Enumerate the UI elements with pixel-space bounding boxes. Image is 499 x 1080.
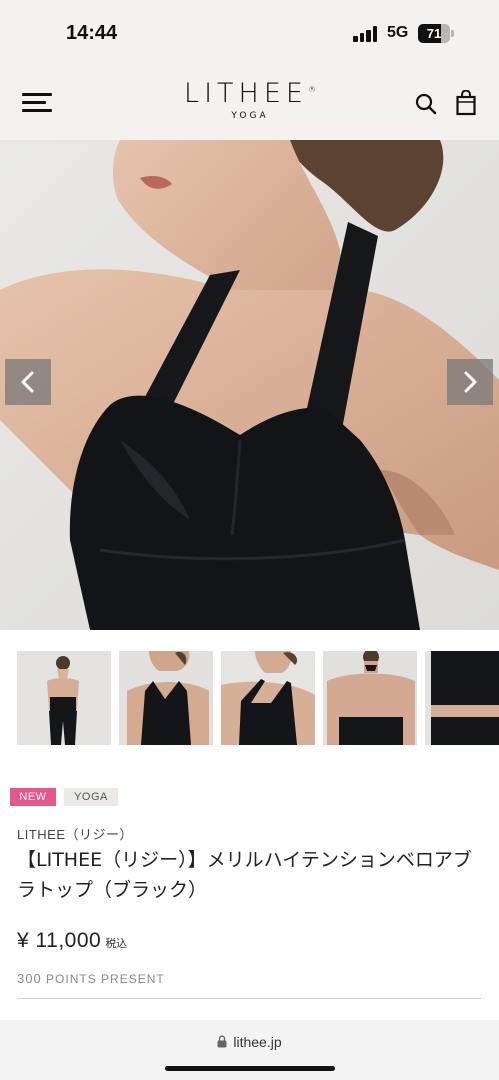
site-header: LITHEE® YOGA	[0, 64, 499, 140]
network-type: 5G	[387, 24, 409, 41]
new-badge: NEW	[10, 788, 56, 806]
home-indicator[interactable]	[165, 1066, 335, 1071]
price-value: ¥ 11,000	[17, 929, 102, 952]
gallery-prev-button[interactable]	[5, 359, 51, 405]
menu-icon[interactable]	[22, 91, 52, 115]
url-field[interactable]: lithee.jp	[0, 1034, 499, 1050]
product-title: 【LITHEE（リジー）】メリルハイテンションベロアブラトップ（ブラック）	[17, 849, 472, 901]
product-main-image[interactable]	[0, 140, 499, 630]
points-number: 300	[17, 971, 42, 986]
url-text: lithee.jp	[233, 1034, 282, 1050]
gallery-next-button[interactable]	[447, 359, 493, 405]
thumbnail-3[interactable]	[221, 651, 315, 745]
logo-subtext: YOGA	[231, 111, 269, 121]
divider	[17, 998, 481, 999]
chevron-right-icon	[464, 371, 477, 393]
cellular-signal-icon	[353, 26, 379, 42]
thumbnail-strip	[17, 651, 499, 745]
status-time: 14:44	[66, 22, 118, 44]
lock-icon	[217, 1035, 227, 1048]
logo-text: LITHEE	[184, 78, 308, 109]
chevron-left-icon	[21, 371, 34, 393]
product-brand[interactable]: LITHEE（リジー）	[17, 824, 133, 843]
thumbnail-5[interactable]	[425, 651, 499, 745]
tax-label: 税込	[105, 938, 128, 950]
logo-registered-mark: ®	[307, 85, 316, 94]
status-bar: 14:44 5G 71	[0, 0, 499, 64]
thumbnail-4[interactable]	[323, 651, 417, 745]
browser-address-bar: lithee.jp	[0, 1020, 499, 1080]
search-icon[interactable]	[414, 92, 438, 116]
battery-icon: 71	[418, 24, 454, 43]
shopping-bag-icon[interactable]	[455, 89, 477, 116]
model-photo	[0, 140, 499, 630]
category-tag[interactable]: YOGA	[64, 788, 118, 806]
thumbnail-1[interactable]	[17, 651, 111, 745]
product-price: ¥ 11,000 税込	[17, 929, 127, 953]
site-logo[interactable]: LITHEE® YOGA	[150, 78, 350, 121]
thumbnail-2[interactable]	[119, 651, 213, 745]
points-label: POINTS PRESENT	[46, 972, 165, 986]
points-present: 300 POINTS PRESENT	[17, 971, 165, 986]
battery-percent: 71	[426, 26, 442, 41]
